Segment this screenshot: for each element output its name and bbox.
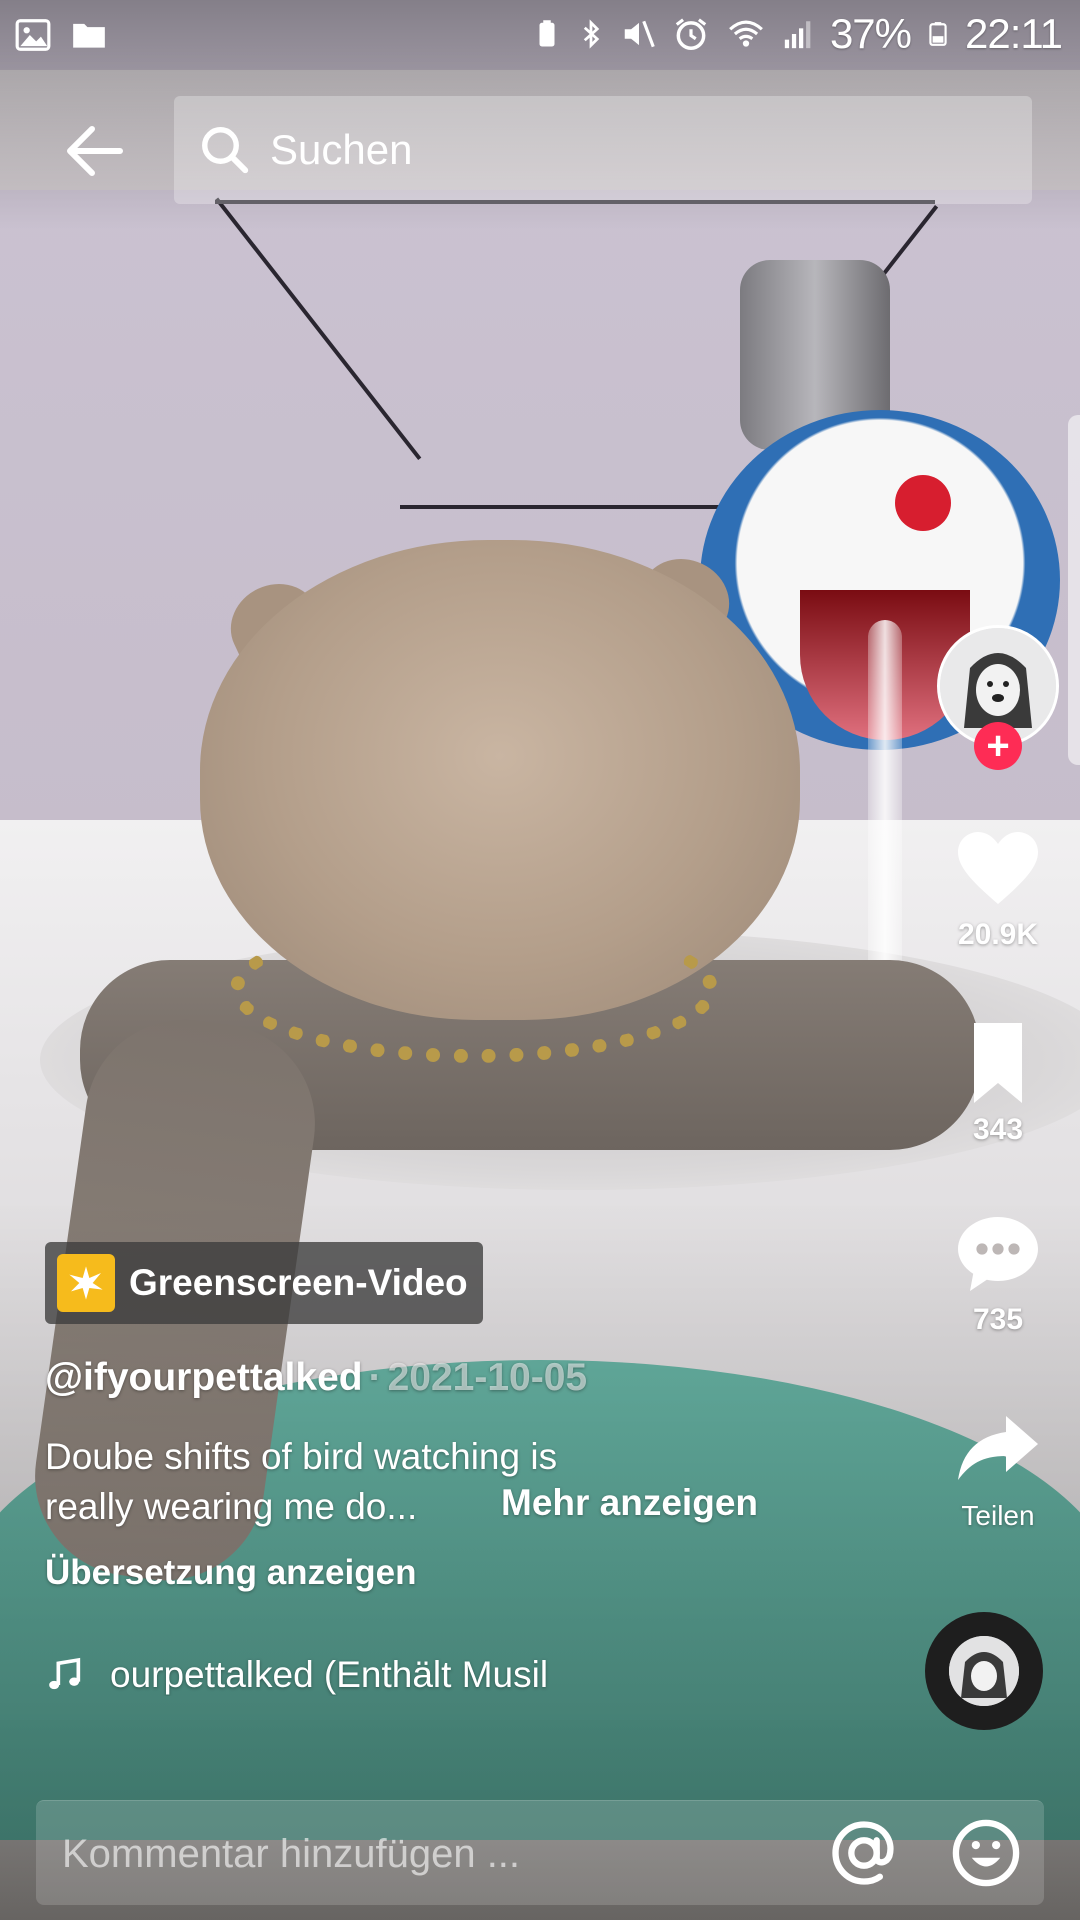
greenscreen-label: Greenscreen-Video <box>129 1262 468 1303</box>
status-bar: 37% 22:11 <box>0 0 1080 72</box>
music-disc-button[interactable] <box>925 1612 1043 1730</box>
comment-bubble-icon <box>958 1217 1038 1291</box>
music-title: ourpettalked (Enthält Musil <box>110 1654 549 1695</box>
comment-count: 735 <box>972 1303 1024 1336</box>
side-panel-handle[interactable] <box>1068 415 1080 765</box>
comment-bar <box>36 1800 1044 1907</box>
author-line: @ifyourpettalked · 2021-10-05 <box>45 1356 587 1400</box>
bluetooth-icon <box>583 19 600 49</box>
battery-percent: 37% <box>829 10 912 57</box>
music-row[interactable]: ourpettalked (Enthält Musil <box>45 1650 590 1700</box>
arrow-left-icon <box>67 126 123 176</box>
folder-icon <box>73 23 105 48</box>
battery-saver-icon <box>539 20 555 47</box>
save-count: 343 <box>972 1113 1024 1146</box>
separator: · <box>368 1356 382 1399</box>
gold-chain <box>230 915 718 1063</box>
battery-icon <box>929 22 947 46</box>
back-button[interactable] <box>44 108 144 194</box>
post-date: 2021-10-05 <box>387 1356 588 1399</box>
like-button[interactable]: 20.9K <box>940 820 1056 952</box>
show-translation-link[interactable]: Übersetzung anzeigen <box>45 1553 416 1593</box>
show-more-link[interactable]: Mehr anzeigen <box>501 1482 758 1524</box>
bookmark-icon <box>974 1023 1022 1103</box>
share-label: Teilen <box>961 1500 1035 1531</box>
search-bar[interactable]: Suchen <box>174 96 1032 204</box>
share-button[interactable]: Teilen <box>940 1400 1056 1532</box>
share-arrow-icon <box>958 1416 1038 1480</box>
video-player[interactable] <box>0 0 1080 1920</box>
mention-icon[interactable] <box>826 1815 902 1891</box>
signal-icon <box>784 21 811 49</box>
comment-input[interactable] <box>60 1801 824 1907</box>
alarm-icon <box>675 18 707 50</box>
search-placeholder: Suchen <box>270 126 413 173</box>
author-handle[interactable]: @ifyourpettalked <box>45 1356 363 1399</box>
dog-avatar-icon <box>949 1636 1019 1706</box>
greenscreen-icon <box>57 1254 115 1312</box>
heart-icon <box>958 832 1038 904</box>
follow-button[interactable]: + <box>974 722 1022 770</box>
save-button[interactable]: 343 <box>940 1015 1056 1147</box>
mute-icon <box>624 20 655 48</box>
search-icon <box>202 127 249 174</box>
wifi-icon <box>729 20 763 47</box>
clock: 22:11 <box>965 10 1063 57</box>
like-count: 20.9K <box>957 918 1039 951</box>
gallery-icon <box>15 19 51 51</box>
music-disc-avatar <box>949 1636 1019 1706</box>
creator-avatar[interactable]: + <box>937 625 1059 770</box>
music-note-icon <box>49 1657 81 1690</box>
emoji-icon[interactable] <box>948 1815 1024 1891</box>
greenscreen-badge[interactable]: Greenscreen-Video <box>45 1242 483 1324</box>
comment-button[interactable]: 735 <box>940 1205 1056 1337</box>
